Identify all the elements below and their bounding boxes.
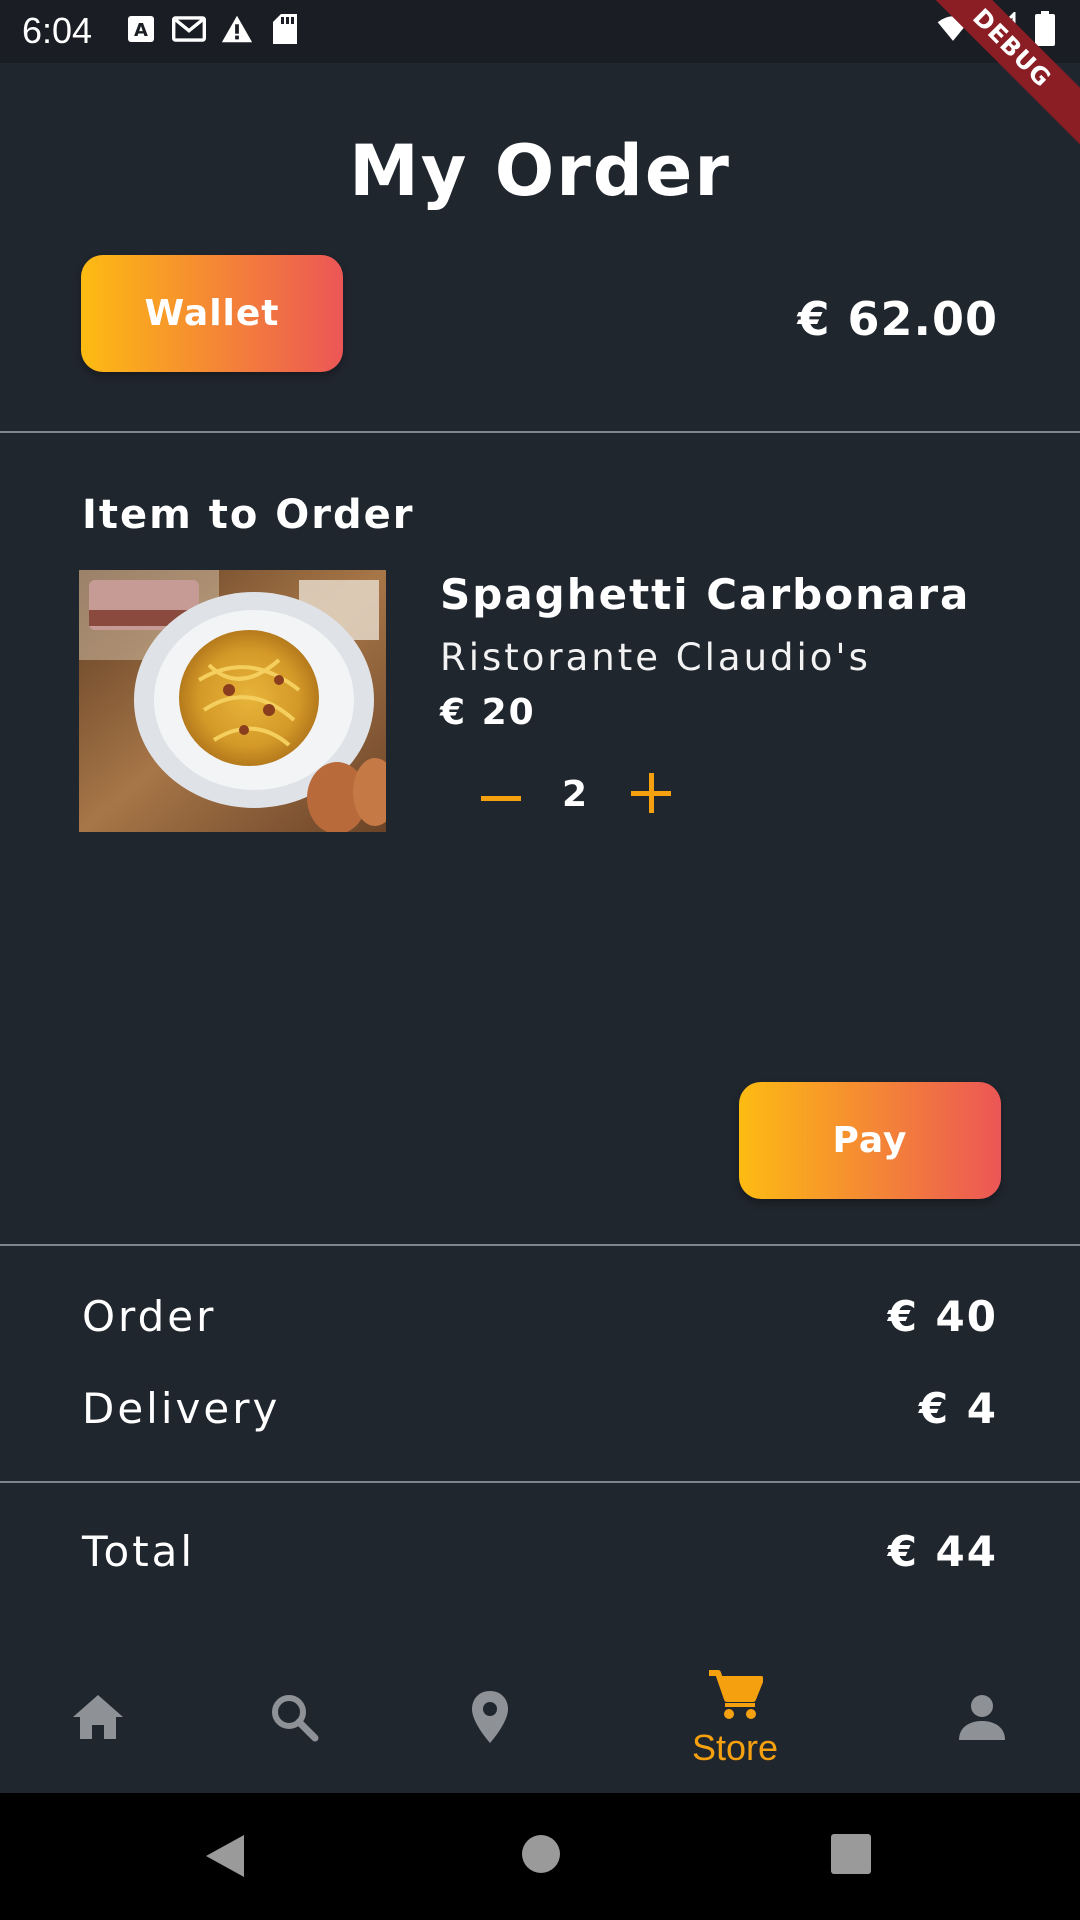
item-restaurant: Ristorante Claudio's <box>440 636 871 679</box>
search-icon <box>269 1692 319 1746</box>
order-value: € 40 <box>887 1292 998 1341</box>
divider <box>0 1244 1080 1246</box>
location-pin-icon <box>470 1689 510 1749</box>
divider <box>0 431 1080 433</box>
notification-icons: A <box>124 12 302 46</box>
total-label: Total <box>82 1527 196 1576</box>
system-navigation-bar <box>0 1793 1080 1920</box>
nav-profile[interactable] <box>932 1645 1032 1793</box>
back-icon[interactable] <box>204 1833 246 1883</box>
a-notification-icon: A <box>124 12 158 46</box>
recents-square-icon[interactable] <box>830 1833 872 1879</box>
bottom-navigation: Store <box>0 1645 1080 1793</box>
svg-text:A: A <box>134 20 148 41</box>
food-image <box>79 570 386 832</box>
increase-quantity-button[interactable] <box>628 772 674 818</box>
cart-icon <box>707 1669 764 1725</box>
sd-card-icon <box>268 12 302 46</box>
nav-location[interactable] <box>440 1645 540 1793</box>
nav-home[interactable] <box>48 1645 148 1793</box>
warning-icon <box>220 12 254 46</box>
wallet-button[interactable]: Wallet <box>81 255 343 372</box>
person-icon <box>957 1692 1007 1746</box>
order-label: Order <box>82 1292 217 1341</box>
quantity-value: 2 <box>562 774 588 815</box>
nav-store-label: Store <box>691 1727 779 1768</box>
nav-store[interactable]: Store <box>660 1645 810 1793</box>
item-price: € 20 <box>440 692 536 733</box>
decrease-quantity-button[interactable] <box>478 776 524 816</box>
status-time: 6:04 <box>22 10 93 51</box>
gmail-icon <box>172 12 206 46</box>
page-title: My Order <box>349 130 731 212</box>
wallet-balance: € 62.00 <box>797 292 998 346</box>
divider <box>0 1481 1080 1483</box>
item-name: Spaghetti Carbonara <box>440 570 971 619</box>
minus-icon <box>481 787 521 806</box>
plus-icon <box>631 773 671 817</box>
delivery-label: Delivery <box>82 1384 281 1433</box>
total-value: € 44 <box>887 1527 998 1576</box>
home-circle-icon[interactable] <box>520 1833 562 1879</box>
delivery-value: € 4 <box>918 1384 998 1433</box>
home-icon <box>71 1693 125 1745</box>
section-title: Item to Order <box>82 492 415 538</box>
nav-search[interactable] <box>244 1645 344 1793</box>
pay-button[interactable]: Pay <box>739 1082 1001 1199</box>
status-bar: 6:04 A <box>0 0 1080 63</box>
